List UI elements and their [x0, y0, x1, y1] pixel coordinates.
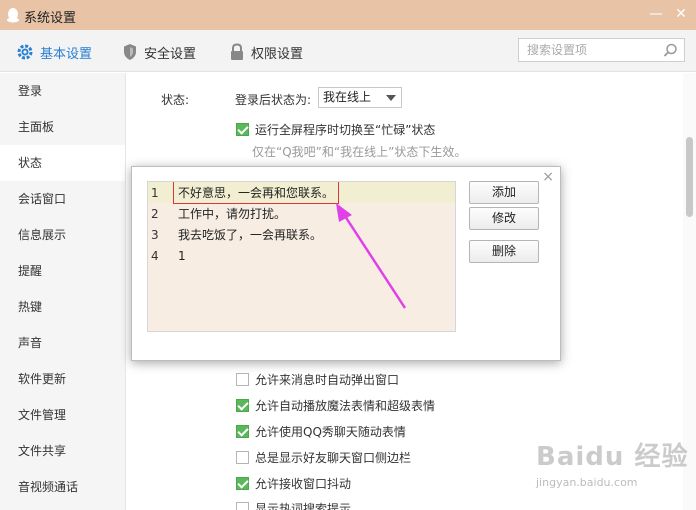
tab-label: 权限设置	[251, 46, 304, 62]
qq-penguin-icon	[7, 8, 19, 23]
baidu-watermark: Baidu 经验 jingyan.baidu.com	[536, 436, 689, 489]
list-item[interactable]: 1 不好意思，一会再和您联系。	[148, 182, 455, 204]
row-number: 4	[151, 248, 159, 263]
login-status-select[interactable]: 我在线上	[318, 87, 402, 108]
option-label: 允许来消息时自动弹出窗口	[255, 373, 400, 387]
checkbox[interactable]	[236, 373, 249, 386]
gear-icon	[17, 44, 33, 60]
close-button[interactable]: ✕	[673, 6, 689, 22]
window-title: 系统设置	[24, 11, 77, 26]
auto-reply-list[interactable]: 1 不好意思，一会再和您联系。 2 工作中，请勿打扰。 3 我去吃饭了，一会再联…	[147, 181, 456, 332]
sidebar-item-reminders[interactable]: 提醒	[0, 253, 125, 289]
after-login-label: 登录后状态为:	[235, 93, 312, 107]
checkbox[interactable]	[236, 123, 249, 136]
sidebar-item-file-sharing[interactable]: 文件共享	[0, 433, 125, 469]
option-fullscreen-busy[interactable]: 运行全屏程序时切换至“忙碌”状态	[236, 121, 435, 138]
lock-icon	[231, 43, 243, 60]
search-input[interactable]	[519, 39, 654, 61]
dialog-close-button[interactable]: ×	[542, 169, 554, 185]
checkbox[interactable]	[236, 451, 249, 464]
title-bar: 系统设置 — ✕	[0, 0, 696, 30]
auto-reply-dialog: × 1 不好意思，一会再和您联系。 2 工作中，请勿打扰。 3 我去吃饭了，一会…	[131, 166, 561, 361]
option-label: 运行全屏程序时切换至“忙碌”状态	[255, 123, 436, 137]
option-label: 允许自动播放魔法表情和超级表情	[255, 399, 436, 413]
tab-label: 基本设置	[40, 46, 93, 62]
option-label: 允许接收窗口抖动	[255, 477, 352, 491]
edit-button[interactable]: 修改	[469, 207, 539, 230]
checkbox[interactable]	[236, 477, 249, 490]
sidebar-item-info-display[interactable]: 信息展示	[0, 217, 125, 253]
status-section-label: 状态:	[161, 93, 190, 107]
watermark-brand: Baidu 经验	[536, 442, 689, 472]
option-label: 允许使用QQ秀聊天随动表情	[255, 425, 406, 439]
option-window-shake[interactable]: 允许接收窗口抖动	[236, 475, 351, 492]
chevron-down-icon	[386, 95, 396, 101]
tab-basic-settings[interactable]: 基本设置	[16, 42, 92, 62]
sidebar-item-software-update[interactable]: 软件更新	[0, 361, 125, 397]
option-label: 显示热词搜索提示	[255, 502, 352, 510]
reply-text: 不好意思，一会再和您联系。	[173, 182, 340, 204]
top-nav: 基本设置 安全设置 权限设置	[0, 30, 696, 72]
list-item[interactable]: 2 工作中，请勿打扰。	[148, 203, 455, 224]
login-status-value: 我在线上	[323, 90, 372, 104]
sidebar: 登录 主面板 状态 会话窗口 信息展示 提醒 热键 声音 软件更新 文件管理 文…	[0, 73, 126, 510]
shield-icon	[124, 44, 136, 60]
sidebar-item-hotkeys[interactable]: 热键	[0, 289, 125, 325]
option-magic-emoticons[interactable]: 允许自动播放魔法表情和超级表情	[236, 397, 435, 414]
option-auto-popup[interactable]: 允许来消息时自动弹出窗口	[236, 371, 399, 388]
search-icon[interactable]	[663, 43, 678, 58]
tab-label: 安全设置	[144, 46, 197, 62]
list-item[interactable]: 4 1	[148, 245, 455, 266]
delete-button[interactable]: 删除	[469, 240, 539, 263]
tab-permission-settings[interactable]: 权限设置	[229, 42, 303, 62]
search-box[interactable]	[518, 38, 685, 62]
checkbox[interactable]	[236, 399, 249, 412]
option-qqshow-emoticons[interactable]: 允许使用QQ秀聊天随动表情	[236, 423, 406, 440]
list-item[interactable]: 3 我去吃饭了，一会再联系。	[148, 224, 455, 245]
row-number: 3	[151, 227, 159, 242]
sidebar-item-chat-window[interactable]: 会话窗口	[0, 181, 125, 217]
row-number: 2	[151, 206, 159, 221]
checkbox[interactable]	[236, 425, 249, 438]
reply-text: 1	[178, 248, 186, 263]
watermark-url: jingyan.baidu.com	[536, 476, 638, 489]
sidebar-item-file-management[interactable]: 文件管理	[0, 397, 125, 433]
sidebar-item-login[interactable]: 登录	[0, 73, 125, 109]
minimize-button[interactable]: —	[648, 6, 664, 22]
option-chat-sidebar[interactable]: 总是显示好友聊天窗口侧边栏	[236, 449, 411, 466]
add-button[interactable]: 添加	[469, 181, 539, 204]
checkbox[interactable]	[236, 502, 249, 510]
scrollbar-thumb[interactable]	[686, 137, 693, 217]
tab-security-settings[interactable]: 安全设置	[122, 42, 196, 62]
sidebar-item-sound[interactable]: 声音	[0, 325, 125, 361]
option-label: 总是显示好友聊天窗口侧边栏	[255, 451, 412, 465]
option-hotword-hints[interactable]: 显示热词搜索提示	[236, 500, 351, 510]
reply-text: 我去吃饭了，一会再联系。	[178, 228, 323, 242]
sidebar-item-main-panel[interactable]: 主面板	[0, 109, 125, 145]
reply-text: 工作中，请勿打扰。	[178, 207, 287, 221]
status-hint: 仅在“Q我吧”和“我在线上”状态下生效。	[252, 145, 467, 159]
sidebar-item-av-calls[interactable]: 音视频通话	[0, 469, 125, 505]
sidebar-item-status[interactable]: 状态	[0, 145, 125, 181]
